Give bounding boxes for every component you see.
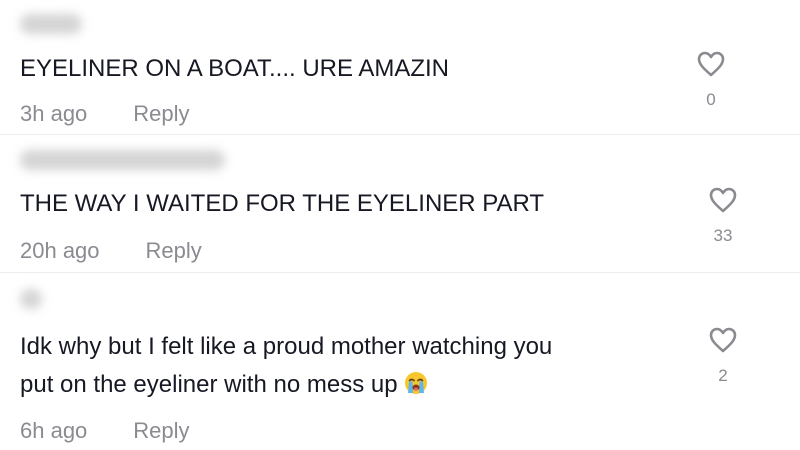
like-count: 2	[718, 366, 728, 385]
comment-text-line: put on the eyeliner with no mess up	[20, 371, 398, 398]
heart-outline-icon	[709, 187, 737, 213]
like-button[interactable]: 0	[691, 50, 731, 110]
blurred-username[interactable]	[20, 14, 82, 34]
blurred-username[interactable]	[20, 289, 42, 309]
reply-button[interactable]: Reply	[133, 418, 189, 443]
like-button[interactable]: 33	[703, 186, 743, 246]
reply-button[interactable]: Reply	[133, 101, 189, 126]
comment-meta: 6h ago Reply	[20, 418, 190, 444]
comment-item: EYELINER ON A BOAT.... URE AMAZIN 3h ago…	[0, 0, 800, 134]
comment-text: THE WAY I WAITED FOR THE EYELINER PART	[20, 190, 545, 217]
reply-button[interactable]: Reply	[146, 238, 202, 263]
comments-list: EYELINER ON A BOAT.... URE AMAZIN 3h ago…	[0, 0, 800, 450]
comment-text-line: Idk why but I felt like a proud mother w…	[20, 333, 553, 360]
heart-outline-icon	[709, 327, 737, 353]
comment-time: 3h ago	[20, 101, 88, 126]
comment-text: EYELINER ON A BOAT.... URE AMAZIN	[20, 55, 449, 82]
comment-text-line-2: put on the eyeliner with no mess up	[20, 366, 660, 407]
like-count: 33	[713, 226, 733, 245]
like-button[interactable]: 2	[703, 326, 743, 386]
comment-text: Idk why but I felt like a proud mother w…	[20, 328, 660, 407]
comment-item: Idk why but I felt like a proud mother w…	[0, 273, 800, 450]
like-count: 0	[706, 90, 716, 109]
comment-item: THE WAY I WAITED FOR THE EYELINER PART 2…	[0, 135, 800, 272]
comment-time: 20h ago	[20, 238, 100, 263]
heart-outline-icon	[697, 51, 725, 77]
comment-meta: 3h ago Reply	[20, 101, 190, 127]
comment-meta: 20h ago Reply	[20, 238, 202, 264]
comment-time: 6h ago	[20, 418, 88, 443]
loudly-crying-face-emoji	[404, 369, 428, 407]
blurred-username[interactable]	[20, 150, 225, 170]
